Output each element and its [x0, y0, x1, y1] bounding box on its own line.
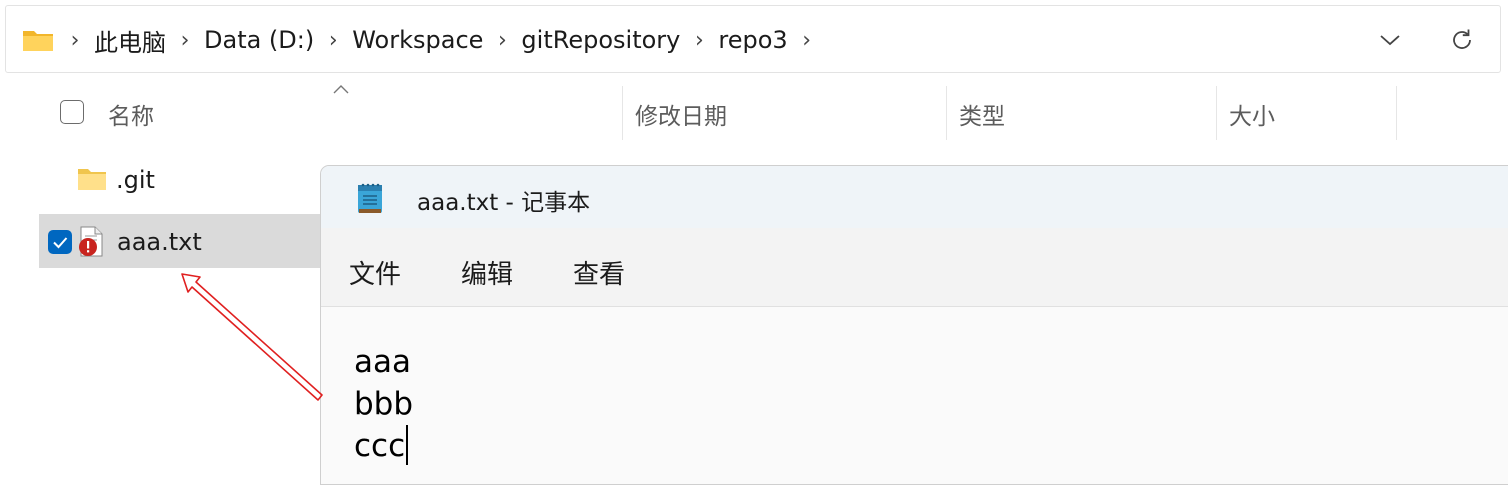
- notepad-window[interactable]: aaa.txt - 记事本 文件 编辑 查看 aaa bbb ccc: [320, 165, 1508, 485]
- chevron-down-icon: [1380, 35, 1400, 46]
- refresh-icon: [1453, 29, 1471, 49]
- folder-icon: [78, 169, 106, 190]
- folder-icon: [23, 31, 53, 51]
- select-all-checkbox[interactable]: [60, 100, 84, 124]
- chevron-right-icon[interactable]: ›: [686, 28, 712, 53]
- notepad-titlebar[interactable]: aaa.txt - 记事本: [321, 166, 1508, 228]
- file-name: aaa.txt: [117, 228, 202, 256]
- menu-file[interactable]: 文件: [349, 254, 401, 291]
- column-divider[interactable]: [1216, 86, 1217, 140]
- notepad-text-area[interactable]: aaa bbb ccc: [321, 307, 1508, 484]
- chevron-right-icon[interactable]: ›: [320, 28, 346, 53]
- chevron-right-icon[interactable]: ›: [794, 28, 820, 53]
- breadcrumb-repo3[interactable]: repo3: [712, 26, 793, 54]
- column-header-name[interactable]: 名称: [108, 97, 154, 131]
- text-file-conflict-icon: [79, 226, 103, 257]
- menu-edit[interactable]: 编辑: [461, 254, 513, 291]
- notepad-menubar: 文件 编辑 查看: [321, 228, 1508, 307]
- address-bar[interactable]: › 此电脑 › Data (D:) › Workspace › gitRepos…: [5, 5, 1501, 73]
- column-divider[interactable]: [1396, 86, 1397, 140]
- refresh-button[interactable]: [1442, 20, 1482, 60]
- column-header-size[interactable]: 大小: [1229, 97, 1275, 131]
- chevron-right-icon[interactable]: ›: [172, 28, 198, 53]
- text-line: ccc: [354, 428, 406, 464]
- column-divider[interactable]: [622, 86, 623, 140]
- column-header-modified[interactable]: 修改日期: [635, 97, 727, 131]
- breadcrumb-workspace[interactable]: Workspace: [346, 26, 489, 54]
- text-caret: [406, 424, 409, 465]
- checkmark-icon: [53, 237, 68, 249]
- text-line-with-caret: ccc: [354, 424, 409, 468]
- column-header-type[interactable]: 类型: [959, 97, 1005, 131]
- menu-view[interactable]: 查看: [573, 254, 625, 291]
- sort-ascending-icon: [333, 85, 349, 94]
- breadcrumb-this-pc[interactable]: 此电脑: [88, 23, 172, 58]
- chevron-right-icon[interactable]: ›: [489, 28, 515, 53]
- file-name: .git: [116, 166, 155, 194]
- breadcrumb-gitrepository[interactable]: gitRepository: [515, 26, 686, 54]
- notepad-app-icon: [358, 183, 382, 213]
- chevron-right-icon[interactable]: ›: [62, 28, 88, 53]
- text-line: aaa: [354, 344, 411, 380]
- breadcrumb-data-drive[interactable]: Data (D:): [198, 26, 320, 54]
- notepad-title: aaa.txt - 记事本: [417, 190, 591, 216]
- breadcrumb: › 此电脑 › Data (D:) › Workspace › gitRepos…: [62, 6, 820, 74]
- text-line: bbb: [354, 386, 414, 422]
- row-checkbox-checked[interactable]: [48, 230, 72, 254]
- history-dropdown-button[interactable]: [1370, 20, 1410, 60]
- column-divider[interactable]: [946, 86, 947, 140]
